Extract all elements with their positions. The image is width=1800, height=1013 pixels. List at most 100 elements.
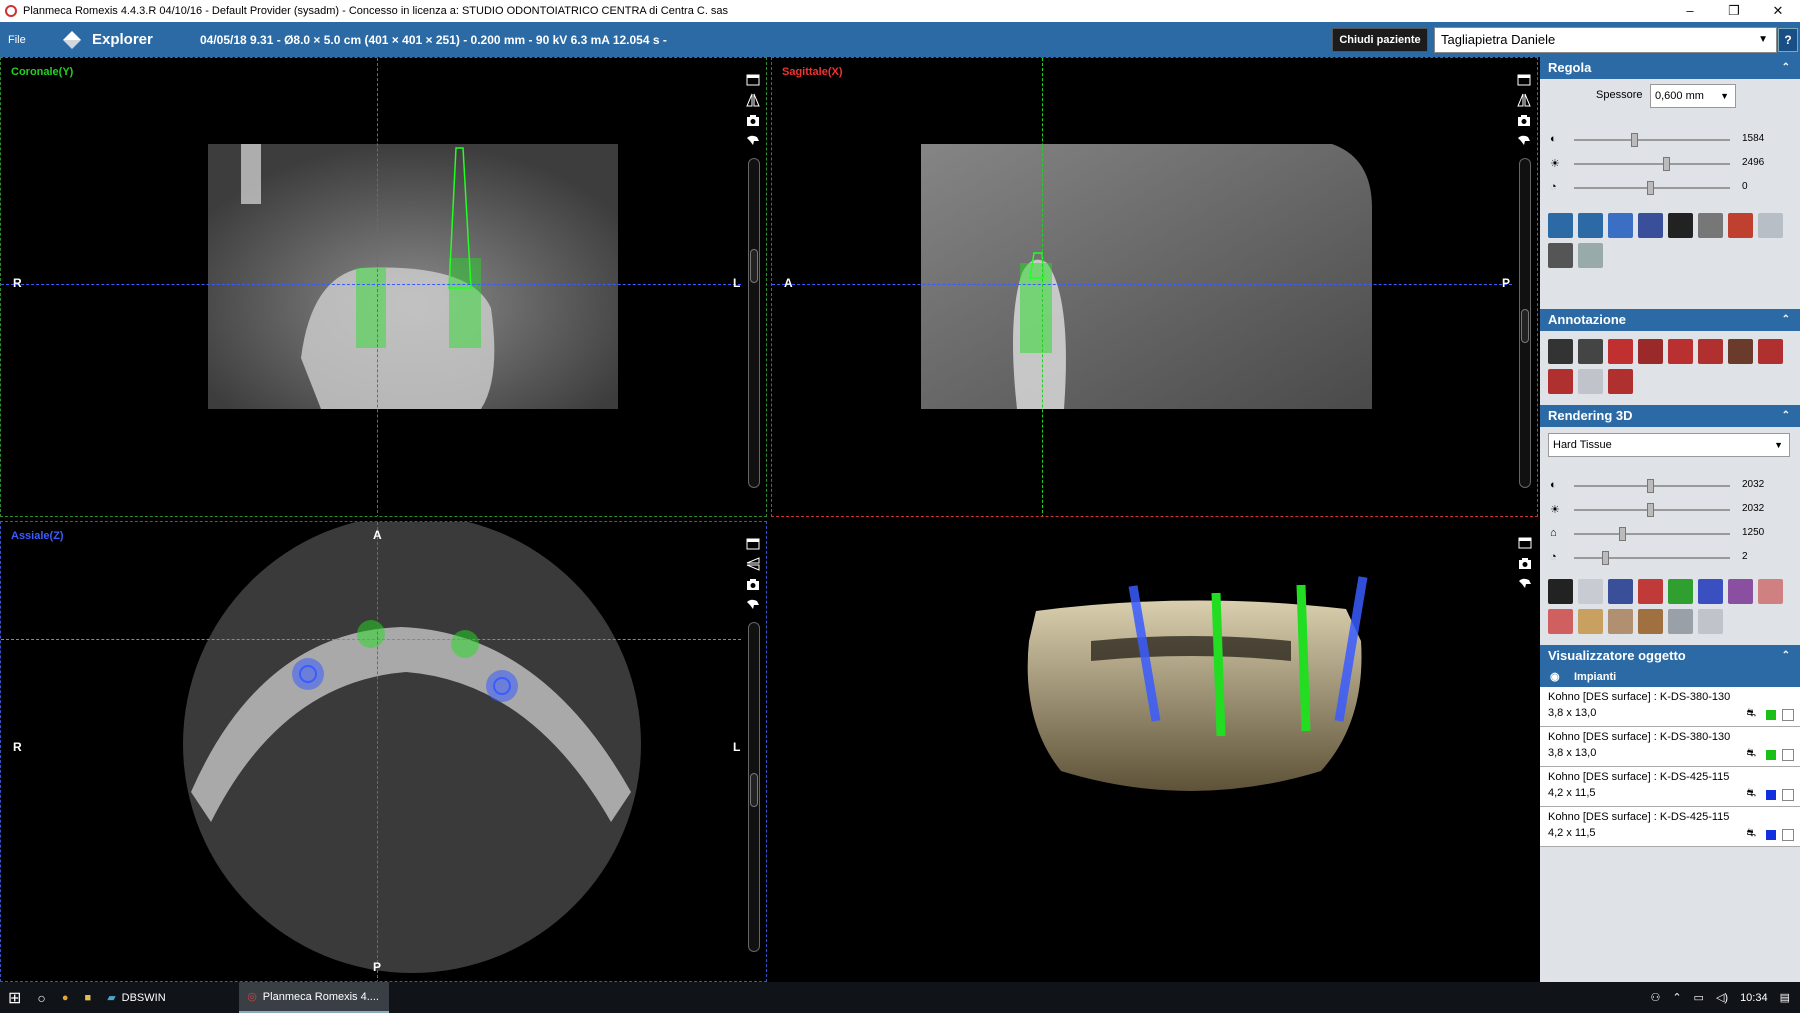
camera-icon[interactable]	[745, 112, 761, 128]
zoom-tool-icon[interactable]	[1548, 213, 1573, 238]
camera-icon[interactable]	[745, 576, 761, 592]
render-brightness-slider[interactable]: ☀ 2032	[1550, 503, 1790, 517]
implant-row[interactable]: Kohno [DES surface] : K-DS-425-115 4,2 x …	[1540, 807, 1800, 847]
hand-tool-icon[interactable]	[1578, 243, 1603, 268]
slider-track[interactable]	[1574, 479, 1730, 493]
freehand-icon[interactable]	[1758, 339, 1783, 364]
color-grid-icon[interactable]	[1638, 609, 1663, 634]
slider-knob[interactable]	[1647, 181, 1654, 195]
rectangle-icon[interactable]	[1668, 339, 1693, 364]
close-button[interactable]: ✕	[1756, 0, 1800, 22]
all-planes-icon[interactable]	[1728, 579, 1753, 604]
tooth-implant-icon[interactable]: ⛐	[1747, 707, 1757, 721]
axial-plane-icon[interactable]	[1698, 579, 1723, 604]
text-box-icon[interactable]	[1638, 339, 1663, 364]
coronal-slice-scrollbar[interactable]	[748, 158, 760, 488]
implants-group-header[interactable]: ◉ Impianti	[1540, 667, 1800, 687]
implant-row[interactable]: Kohno [DES surface] : K-DS-380-130 3,8 x …	[1540, 687, 1800, 727]
implant-color-swatch[interactable]	[1766, 750, 1776, 760]
visualizzatore-header[interactable]: Visualizzatore oggetto ⌃	[1540, 645, 1800, 667]
reset-icon[interactable]	[1758, 213, 1783, 238]
text-label-icon[interactable]	[1608, 339, 1633, 364]
eye-icon[interactable]: ◉	[1550, 667, 1560, 687]
implant-row[interactable]: Kohno [DES surface] : K-DS-425-115 4,2 x …	[1540, 767, 1800, 807]
render-preset-select[interactable]: Hard Tissue ▼	[1548, 433, 1790, 457]
minimize-button[interactable]: –	[1668, 0, 1712, 22]
people-icon[interactable]: ⚇	[1650, 991, 1660, 1004]
slider-knob[interactable]	[1647, 503, 1654, 517]
scroll-thumb[interactable]	[750, 773, 758, 807]
maximize-view-icon[interactable]	[1517, 535, 1533, 551]
tooth-implant-icon[interactable]	[1517, 575, 1533, 591]
taskbar-app-romexis[interactable]: ◎ Planmeca Romexis 4....	[239, 982, 390, 1013]
crosshair-tool-icon[interactable]	[1638, 213, 1663, 238]
crosshair-tool-icon[interactable]	[1608, 579, 1633, 604]
render-threshold-slider[interactable]: ⌂ 1250	[1550, 527, 1790, 541]
notification-icon[interactable]: ▤	[1780, 991, 1790, 1004]
collapse-icon[interactable]: ⌃	[1782, 645, 1790, 667]
sagittal-plane-icon[interactable]	[1638, 579, 1663, 604]
maximize-view-icon[interactable]	[1516, 72, 1532, 88]
arrow-icon[interactable]	[1548, 369, 1573, 394]
contrast-slider[interactable]: ◐ 1584	[1550, 133, 1790, 147]
slider-track[interactable]	[1574, 527, 1730, 541]
implant-visibility-checkbox[interactable]	[1782, 789, 1794, 801]
window-level-icon[interactable]	[1548, 579, 1573, 604]
collapse-icon[interactable]: ⌃	[1782, 405, 1790, 427]
rendering-header[interactable]: Rendering 3D ⌃	[1540, 405, 1800, 427]
clip-box-icon[interactable]	[1758, 579, 1783, 604]
network-icon[interactable]: ▭	[1694, 991, 1704, 1004]
camera-icon[interactable]	[1517, 555, 1533, 571]
module-title[interactable]: Explorer	[92, 31, 200, 48]
sagittal-view[interactable]: Sagittale(X) A P	[771, 57, 1538, 517]
collapse-icon[interactable]: ⌃	[1782, 309, 1790, 331]
render-contrast-slider[interactable]: ◐ 2032	[1550, 479, 1790, 493]
implant-visibility-checkbox[interactable]	[1782, 829, 1794, 841]
tooth-implant-icon[interactable]	[745, 596, 761, 612]
chrome-icon[interactable]: ●	[54, 982, 77, 1013]
annotazione-header[interactable]: Annotazione ⌃	[1540, 309, 1800, 331]
ruler-icon[interactable]	[1548, 339, 1573, 364]
coronal-view[interactable]: Coronale(Y) R L	[0, 57, 767, 517]
implant-color-swatch[interactable]	[1766, 710, 1776, 720]
help-button[interactable]: ?	[1778, 28, 1798, 52]
slider-knob[interactable]	[1618, 527, 1626, 541]
start-button[interactable]: ⊞	[0, 982, 29, 1013]
close-patient-button[interactable]: Chiudi paziente	[1332, 28, 1428, 52]
chevron-up-icon[interactable]: ⌃	[1672, 991, 1681, 1004]
volume-icon[interactable]: ◁)	[1716, 991, 1728, 1004]
camera-icon[interactable]	[1516, 112, 1532, 128]
patient-select[interactable]: Tagliapietra Daniele ▼	[1434, 27, 1777, 53]
render-opacity-slider[interactable]: ◔ 2	[1550, 551, 1790, 565]
tooth-implant-icon[interactable]: ⛐	[1747, 787, 1757, 801]
maximize-button[interactable]: ❐	[1712, 0, 1756, 22]
sharpness-slider[interactable]: ◔ 0	[1550, 181, 1790, 195]
implant-row[interactable]: Kohno [DES surface] : K-DS-380-130 3,8 x …	[1540, 727, 1800, 767]
slider-track[interactable]	[1574, 503, 1730, 517]
skin-skull-icon[interactable]	[1578, 609, 1603, 634]
coronal-plane-icon[interactable]	[1668, 579, 1693, 604]
slider-track[interactable]	[1574, 157, 1730, 171]
pan-mode-icon[interactable]	[1548, 243, 1573, 268]
scalpel-icon[interactable]	[1668, 609, 1693, 634]
axial-slice-scrollbar[interactable]	[748, 622, 760, 952]
file-menu[interactable]: File	[8, 34, 64, 46]
skull-icon[interactable]	[1608, 609, 1633, 634]
axial-view[interactable]: Assiale(Z) A P R L	[0, 521, 767, 982]
collapse-icon[interactable]: ⌃	[1782, 57, 1790, 79]
maximize-view-icon[interactable]	[745, 72, 761, 88]
tooth-implant-icon[interactable]: ⛐	[1747, 827, 1757, 841]
scroll-thumb[interactable]	[750, 249, 758, 283]
marker-icon[interactable]	[1578, 369, 1603, 394]
implant-color-swatch[interactable]	[1766, 830, 1776, 840]
3d-render-view[interactable]	[771, 521, 1538, 982]
slider-track[interactable]	[1574, 181, 1730, 195]
window-level-icon[interactable]	[1668, 213, 1693, 238]
light-icon[interactable]	[1578, 579, 1603, 604]
implant-color-swatch[interactable]	[1766, 790, 1776, 800]
spessore-select[interactable]: 0,600 mm ▼	[1650, 84, 1736, 108]
folder-icon[interactable]: ■	[77, 982, 100, 1013]
brightness-slider[interactable]: ☀ 2496	[1550, 157, 1790, 171]
scroll-thumb[interactable]	[1521, 309, 1529, 343]
flip-icon[interactable]	[1516, 92, 1532, 108]
